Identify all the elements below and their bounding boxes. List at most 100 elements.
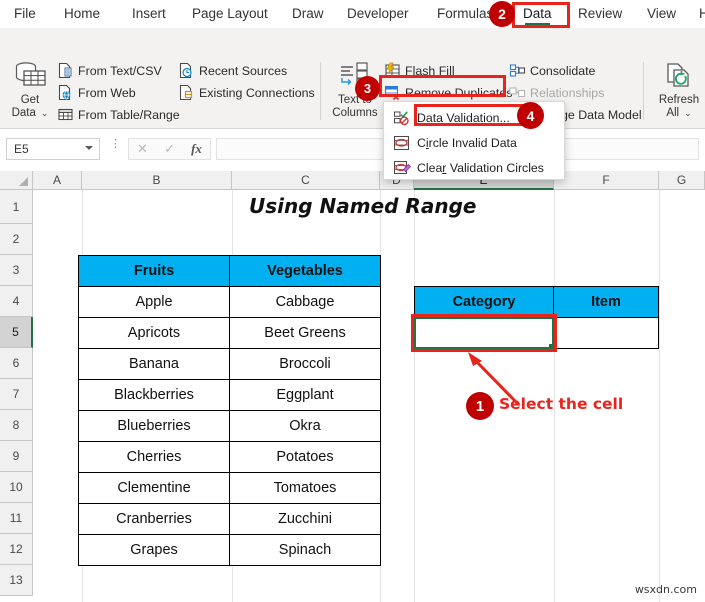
name-box-chevron-down-icon[interactable] — [85, 146, 93, 150]
table-icon — [57, 106, 74, 123]
ribbon-group-separator-1 — [320, 62, 321, 120]
confirm-formula-icon[interactable]: ✓ — [164, 141, 175, 157]
clear-validation-circles-icon — [393, 159, 412, 177]
fill-handle[interactable] — [549, 344, 555, 350]
left-table-cell: Grapes — [78, 534, 230, 566]
flash-fill-button[interactable]: Flash Fill — [384, 60, 455, 81]
left-table-cell: Apple — [78, 286, 230, 318]
from-text-csv-label: From Text/CSV — [78, 63, 162, 78]
get-data-label-line2: Data — [11, 106, 36, 119]
column-header-c[interactable]: C — [232, 171, 380, 190]
tab-review[interactable]: Review — [576, 0, 624, 28]
remove-duplicates-icon — [384, 84, 401, 101]
row-header-10[interactable]: 10 — [0, 472, 33, 503]
left-table-cell: Spinach — [229, 534, 381, 566]
circle-invalid-data-icon — [393, 134, 411, 152]
refresh-all-button[interactable]: Refresh All ⌄ — [655, 60, 703, 119]
get-data-button[interactable]: Get Data ⌄ — [6, 60, 54, 119]
column-header-f[interactable]: F — [554, 171, 659, 190]
globe-page-icon — [57, 84, 74, 101]
formula-bar-grip[interactable]: ⋮ — [110, 139, 121, 150]
tab-insert[interactable]: Insert — [130, 0, 168, 28]
column-header-g[interactable]: G — [659, 171, 705, 190]
left-table-cell: Broccoli — [229, 348, 381, 380]
row-header-12[interactable]: 12 — [0, 534, 33, 565]
cancel-formula-icon[interactable]: ✕ — [137, 141, 148, 157]
ribbon-tab-bar: File Home Insert Page Layout Draw Develo… — [0, 0, 705, 28]
left-table-cell: Blueberries — [78, 410, 230, 442]
column-header-b[interactable]: B — [82, 171, 232, 190]
existing-connections-label: Existing Connections — [199, 85, 315, 100]
watermark: wsxdn.com — [634, 583, 697, 596]
data-validation-icon — [393, 109, 411, 127]
row-header-1[interactable]: 1 — [0, 190, 33, 224]
select-all-corner[interactable] — [0, 171, 33, 190]
left-table-cell: Beet Greens — [229, 317, 381, 349]
left-table-cell: Tomatoes — [229, 472, 381, 504]
tab-page-layout[interactable]: Page Layout — [190, 0, 270, 28]
recent-sources-button[interactable]: Recent Sources — [178, 60, 287, 81]
consolidate-button[interactable]: Consolidate — [509, 60, 595, 81]
flash-fill-icon — [384, 62, 401, 79]
row-header-2[interactable]: 2 — [0, 224, 33, 255]
row-header-9[interactable]: 9 — [0, 441, 33, 472]
menu-item-circle-invalid-data-label: Circle Invalid Data — [417, 136, 517, 150]
get-data-icon — [6, 60, 54, 94]
tab-developer[interactable]: Developer — [345, 0, 411, 28]
tab-view[interactable]: View — [645, 0, 678, 28]
row-header-11[interactable]: 11 — [0, 503, 33, 534]
left-table-cell: Clementine — [78, 472, 230, 504]
name-box-value: E5 — [14, 142, 29, 156]
menu-item-clear-validation-circles-label: Clear Validation Circles — [417, 161, 544, 175]
tab-data[interactable]: Data — [521, 0, 554, 28]
relationships-button: Relationships — [509, 82, 604, 103]
refresh-icon — [655, 60, 703, 94]
tab-draw[interactable]: Draw — [290, 0, 326, 28]
column-header-a[interactable]: A — [33, 171, 82, 190]
step-badge-1: 1 — [466, 392, 494, 420]
existing-connections-button[interactable]: Existing Connections — [178, 82, 315, 103]
tab-help[interactable]: H — [697, 0, 705, 28]
row-header-4[interactable]: 4 — [0, 286, 33, 317]
left-table-cell: Eggplant — [229, 379, 381, 411]
tab-formulas[interactable]: Formulas — [435, 0, 495, 28]
left-table-cell: Apricots — [78, 317, 230, 349]
left-table-cell: Blackberries — [78, 379, 230, 411]
row-header-7[interactable]: 7 — [0, 379, 33, 410]
menu-item-circle-invalid-data[interactable]: Circle Invalid Data — [384, 130, 566, 156]
left-table-cell: Cherries — [78, 441, 230, 473]
annotation-select-the-cell: Select the cell — [499, 395, 624, 413]
step-badge-2: 2 — [489, 1, 515, 27]
left-table-cell: Potatoes — [229, 441, 381, 473]
from-web-button[interactable]: From Web — [57, 82, 136, 103]
sheet-title: Using Named Range — [249, 194, 477, 218]
right-table-cell-item[interactable] — [553, 317, 659, 349]
row-header-13[interactable]: 13 — [0, 565, 33, 596]
tab-home[interactable]: Home — [62, 0, 102, 28]
clock-page-icon — [178, 62, 195, 79]
consolidate-icon — [509, 62, 526, 79]
row-header-5[interactable]: 5 — [0, 317, 33, 348]
row-header-3[interactable]: 3 — [0, 255, 33, 286]
remove-duplicates-button[interactable]: Remove Duplicates — [384, 82, 512, 103]
from-text-csv-button[interactable]: From Text/CSV — [57, 60, 162, 81]
from-table-range-label: From Table/Range — [78, 107, 180, 122]
left-table-header-vegetables: Vegetables — [229, 255, 381, 287]
row-header-8[interactable]: 8 — [0, 410, 33, 441]
recent-sources-label: Recent Sources — [199, 63, 288, 78]
relationships-label: Relationships — [530, 85, 605, 100]
ribbon: Get Data ⌄ From Text/CSV From Web From T… — [0, 28, 705, 145]
left-table-cell: Okra — [229, 410, 381, 442]
menu-item-clear-validation-circles[interactable]: Clear Validation Circles — [384, 155, 566, 181]
relationships-icon — [509, 84, 526, 101]
text-to-columns-label-line2: Columns — [332, 106, 378, 119]
insert-function-icon[interactable]: fx — [191, 141, 202, 157]
from-table-range-button[interactable]: From Table/Range — [57, 104, 180, 125]
left-table-cell: Zucchini — [229, 503, 381, 535]
gridline-v — [414, 190, 415, 602]
name-box[interactable]: E5 — [6, 138, 100, 160]
connection-page-icon — [178, 84, 195, 101]
refresh-all-label-line2: All — [666, 106, 680, 119]
row-header-6[interactable]: 6 — [0, 348, 33, 379]
tab-file[interactable]: File — [12, 0, 38, 28]
